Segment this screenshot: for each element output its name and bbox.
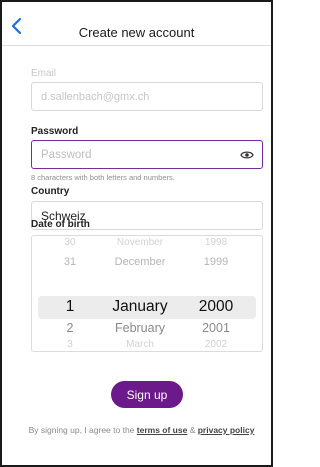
year-next[interactable]: 2001 bbox=[188, 321, 244, 335]
year-far-prev[interactable]: 1998 bbox=[188, 237, 244, 248]
day-far-next[interactable]: 3 bbox=[55, 339, 85, 350]
page-title: Create new account bbox=[78, 25, 195, 40]
month-selected[interactable]: January bbox=[92, 298, 188, 318]
password-placeholder: Password bbox=[41, 148, 92, 161]
month-prev[interactable]: December bbox=[92, 256, 188, 268]
country-label: Country bbox=[31, 186, 70, 197]
terms-prefix: By signing up, I agree to the bbox=[28, 425, 137, 435]
month-far-prev[interactable]: November bbox=[92, 237, 188, 248]
eye-icon[interactable] bbox=[240, 149, 254, 161]
date-picker[interactable]: 30 November 1998 31 December 1999 1 Janu… bbox=[31, 235, 263, 352]
day-next[interactable]: 2 bbox=[55, 321, 85, 335]
sign-up-button[interactable]: Sign up bbox=[111, 381, 183, 408]
year-far-next[interactable]: 2002 bbox=[188, 339, 244, 350]
terms-joiner: & bbox=[187, 425, 198, 435]
day-prev[interactable]: 31 bbox=[55, 256, 85, 268]
password-label: Password bbox=[31, 126, 79, 137]
year-selected[interactable]: 2000 bbox=[188, 298, 244, 318]
email-label: Email bbox=[31, 68, 57, 79]
terms-notice: By signing up, I agree to the terms of u… bbox=[20, 424, 263, 436]
year-prev[interactable]: 1999 bbox=[188, 256, 244, 268]
email-value: d.sallenbach@gmx.ch bbox=[41, 90, 150, 103]
privacy-policy-link[interactable]: privacy policy bbox=[198, 425, 255, 435]
password-hint: 8 characters with both letters and numbe… bbox=[31, 173, 175, 182]
day-selected[interactable]: 1 bbox=[55, 298, 85, 318]
month-far-next[interactable]: March bbox=[92, 339, 188, 350]
password-field[interactable]: Password bbox=[31, 140, 263, 169]
header-bar: Create new account bbox=[2, 2, 271, 46]
day-far-prev[interactable]: 30 bbox=[55, 237, 85, 248]
email-field: d.sallenbach@gmx.ch bbox=[31, 82, 263, 111]
terms-of-use-link[interactable]: terms of use bbox=[137, 425, 188, 435]
month-next[interactable]: February bbox=[92, 321, 188, 335]
dob-label: Date of birth bbox=[31, 219, 90, 230]
